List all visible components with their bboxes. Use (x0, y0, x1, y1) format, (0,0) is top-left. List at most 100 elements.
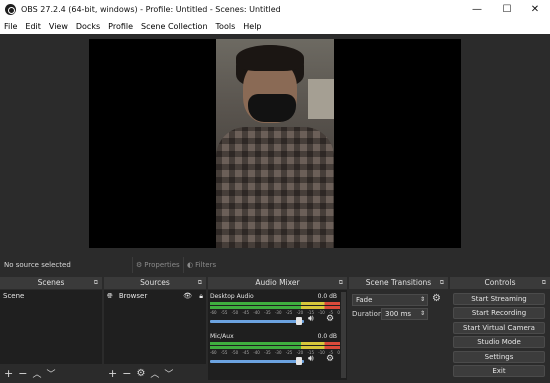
menu-tools[interactable]: Tools (216, 22, 236, 31)
scenes-toolbar: + − ︿ ﹀ (0, 365, 102, 381)
transition-select[interactable]: Fade ⇕ (352, 294, 428, 306)
scale-tick: -55 (220, 350, 228, 355)
meter-scale: -60 -55 -50 -45 -40 -35 -30 -25 -20 -15 … (210, 350, 340, 355)
spin-arrows-icon: ⇕ (419, 296, 425, 303)
scale-tick: -35 (264, 350, 271, 355)
move-up-icon[interactable]: ︿ (150, 367, 159, 380)
volume-meter (210, 342, 340, 345)
lock-icon[interactable]: 🔒︎ (199, 290, 203, 302)
mixer-body: Desktop Audio 0.0 dB -60 -55 -50 -45 -40… (208, 290, 347, 380)
face-mask (248, 94, 296, 122)
menu-docks[interactable]: Docks (76, 22, 100, 31)
menu-edit[interactable]: Edit (25, 22, 41, 31)
visibility-eye-icon[interactable]: 👁︎ (183, 290, 192, 302)
scene-transitions-dock: Scene Transitions ⧉ Fade ⇕ ⚙ Duration 30… (349, 277, 448, 383)
studio-mode-button[interactable]: Studio Mode (453, 336, 545, 348)
sources-toolbar: + − ⚙ ︿ ﹀ (104, 365, 206, 381)
scene-item[interactable]: Scene (0, 290, 102, 302)
menu-profile[interactable]: Profile (108, 22, 133, 31)
preview-area (0, 34, 550, 255)
move-up-icon[interactable]: ︿ (32, 367, 41, 380)
scale-tick: -50 (231, 310, 239, 315)
filters-label: Filters (195, 261, 217, 269)
mixer-title: Audio Mixer ⧉ (208, 277, 347, 289)
maximize-icon[interactable]: ☐ (492, 0, 522, 19)
duration-input[interactable]: 300 ms ⇕ (381, 308, 428, 320)
scenes-title: Scenes ⧉ (0, 277, 102, 289)
gear-icon[interactable]: ⚙ (326, 314, 334, 324)
remove-scene-icon[interactable]: − (18, 367, 27, 380)
window-title: OBS 27.2.4 (64-bit, windows) - Profile: … (21, 5, 281, 14)
sources-title: Sources ⧉ (104, 277, 206, 289)
speaker-icon[interactable]: 🔊︎ (308, 314, 314, 324)
volume-meter (210, 346, 340, 349)
start-streaming-button[interactable]: Start Streaming (453, 293, 545, 305)
filters-button[interactable]: ◐ Filters (183, 257, 219, 273)
transitions-title: Scene Transitions ⧉ (349, 277, 448, 289)
controls-title-text: Controls (484, 278, 516, 287)
move-down-icon[interactable]: ﹀ (164, 367, 173, 380)
volume-slider-handle[interactable] (296, 317, 302, 325)
controls-title: Controls ⧉ (450, 277, 550, 289)
scale-tick: -55 (220, 310, 228, 315)
scale-tick: -35 (264, 310, 271, 315)
menu-scene-collection[interactable]: Scene Collection (141, 22, 208, 31)
properties-button[interactable]: ⚙ Properties (132, 257, 183, 273)
scale-tick: -30 (274, 310, 282, 315)
close-icon[interactable]: ✕ (520, 0, 550, 19)
preview-canvas[interactable] (89, 39, 461, 248)
source-item[interactable]: 🌐︎ Browser 👁︎ 🔒︎ (104, 290, 206, 302)
remove-source-icon[interactable]: − (122, 367, 131, 380)
docks: Scenes ⧉ Scene + − ︿ ﹀ Sources ⧉ 🌐︎ Brow… (0, 277, 550, 383)
undock-icon[interactable]: ⧉ (198, 277, 202, 289)
gear-icon[interactable]: ⚙ (326, 354, 334, 364)
duration-label: Duration (352, 310, 383, 318)
controls-dock: Controls ⧉ Start Streaming Start Recordi… (450, 277, 550, 383)
mixer-scrollbar[interactable] (341, 292, 346, 378)
title-bar: OBS 27.2.4 (64-bit, windows) - Profile: … (0, 0, 550, 19)
exit-button[interactable]: Exit (453, 365, 545, 377)
scale-tick: -20 (296, 350, 304, 355)
scale-tick: -40 (253, 350, 260, 355)
menu-help[interactable]: Help (243, 22, 261, 31)
audio-mixer-dock: Audio Mixer ⧉ Desktop Audio 0.0 dB -60 -… (208, 277, 347, 383)
no-source-label: No source selected (4, 261, 71, 269)
scale-tick: -10 (318, 310, 325, 315)
person-hair-top (236, 45, 304, 71)
menu-file[interactable]: File (4, 22, 17, 31)
globe-icon: 🌐︎ (107, 292, 113, 300)
undock-icon[interactable]: ⧉ (339, 277, 343, 289)
background-window (308, 79, 334, 119)
scale-tick: -10 (318, 350, 325, 355)
sources-title-text: Sources (140, 278, 170, 287)
transitions-title-text: Scene Transitions (365, 278, 432, 287)
channel-level: 0.0 dB (317, 333, 337, 340)
speaker-icon[interactable]: 🔊︎ (308, 354, 314, 364)
scale-tick: -50 (231, 350, 239, 355)
start-virtual-camera-button[interactable]: Start Virtual Camera (453, 322, 545, 334)
scale-tick: -45 (242, 350, 250, 355)
undock-icon[interactable]: ⧉ (94, 277, 98, 289)
minimize-icon[interactable]: — (462, 0, 492, 19)
move-down-icon[interactable]: ﹀ (46, 367, 55, 380)
volume-slider-handle[interactable] (296, 357, 302, 365)
menu-view[interactable]: View (49, 22, 68, 31)
start-recording-button[interactable]: Start Recording (453, 307, 545, 319)
gear-icon[interactable]: ⚙ (432, 293, 441, 304)
filter-icon: ◐ (187, 261, 194, 269)
channel-name: Desktop Audio (210, 293, 254, 300)
source-settings-icon[interactable]: ⚙ (136, 368, 145, 379)
properties-label: Properties (144, 261, 180, 269)
undock-icon[interactable]: ⧉ (542, 277, 546, 289)
volume-slider[interactable] (210, 320, 304, 323)
add-source-icon[interactable]: + (108, 367, 117, 380)
add-scene-icon[interactable]: + (4, 367, 13, 380)
camera-feed (216, 39, 334, 248)
channel-level: 0.0 dB (317, 293, 337, 300)
scale-tick: -60 (210, 310, 217, 315)
menu-bar: File Edit View Docks Profile Scene Colle… (0, 19, 550, 34)
undock-icon[interactable]: ⧉ (440, 277, 444, 289)
volume-slider[interactable] (210, 360, 304, 363)
settings-button[interactable]: Settings (453, 351, 545, 363)
person-shirt (216, 127, 334, 248)
